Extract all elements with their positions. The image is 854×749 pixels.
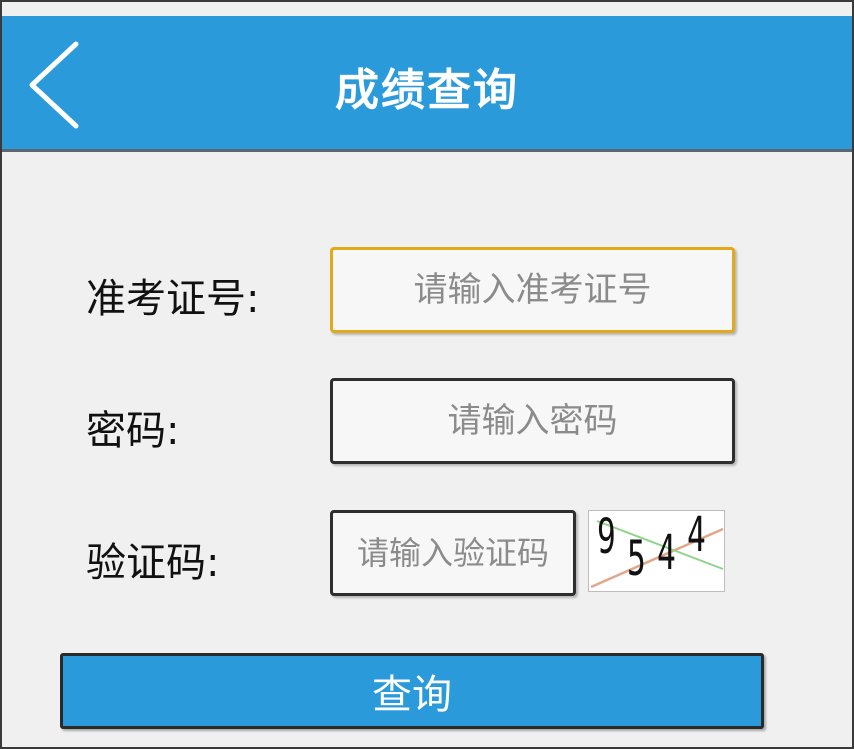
app-frame: 成绩查询 准考证号: 密码: 验证码: 9 5 4 4 查询	[0, 0, 854, 749]
ticket-number-input[interactable]	[330, 247, 735, 333]
password-input[interactable]	[330, 378, 735, 464]
password-label: 密码:	[86, 408, 180, 454]
captcha-char: 4	[687, 510, 706, 563]
captcha-input[interactable]	[330, 510, 576, 596]
page-title: 成绩查询	[335, 65, 519, 116]
captcha-char: 9	[597, 510, 616, 565]
ticket-number-label: 准考证号:	[86, 276, 260, 322]
header-bar: 成绩查询	[2, 16, 852, 152]
captcha-char: 4	[657, 525, 676, 581]
query-button[interactable]: 查询	[60, 653, 764, 729]
captcha-image[interactable]: 9 5 4 4	[588, 510, 725, 592]
captcha-char: 5	[627, 531, 646, 587]
captcha-label: 验证码:	[86, 540, 220, 586]
